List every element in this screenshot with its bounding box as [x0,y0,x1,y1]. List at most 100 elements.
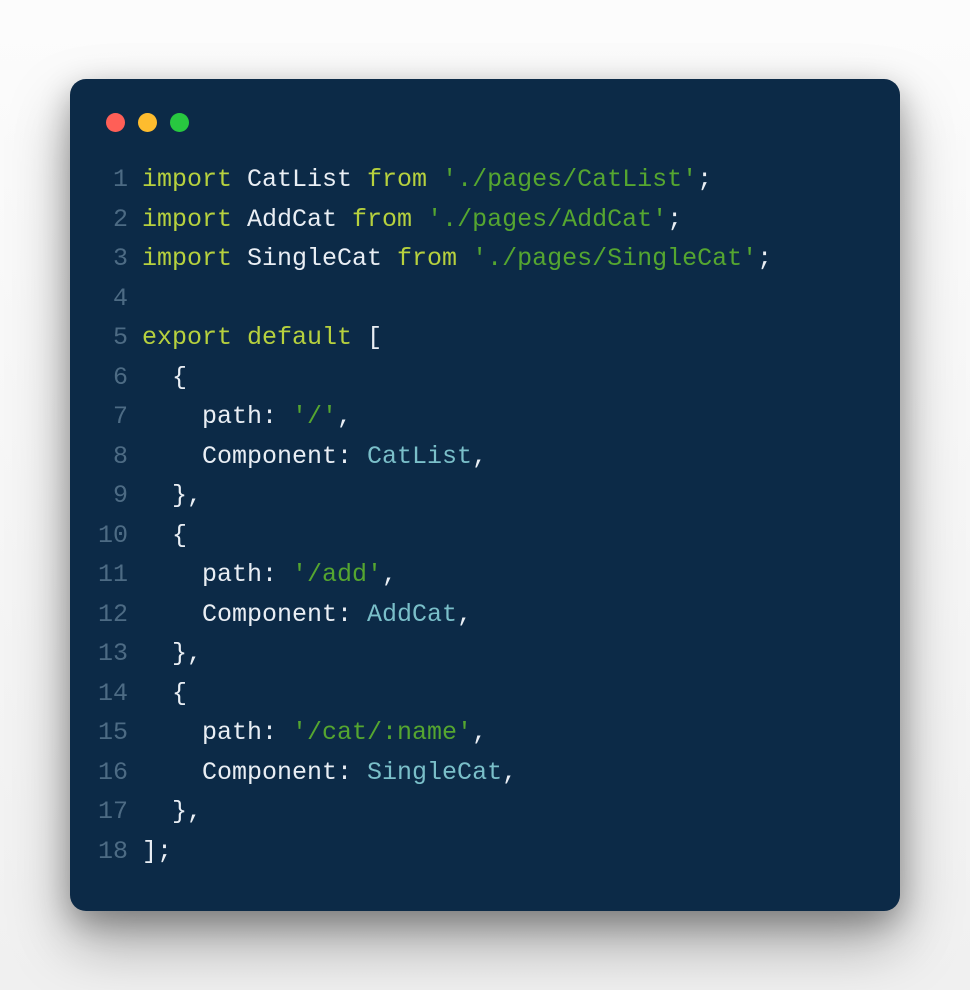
code-line: 3import SingleCat from './pages/SingleCa… [88,239,866,279]
editor-window: 1import CatList from './pages/CatList';2… [70,79,900,911]
code-line: 12 Component: AddCat, [88,595,866,635]
code-line: 8 Component: CatList, [88,437,866,477]
token-id: , [472,718,487,747]
token-id: }, [142,639,202,668]
code-source: Component: CatList, [142,437,866,477]
code-source: path: '/cat/:name', [142,713,866,753]
code-line: 11 path: '/add', [88,555,866,595]
token-id: }, [142,481,202,510]
token-id: , [382,560,397,589]
line-number: 14 [88,674,142,714]
code-line: 10 { [88,516,866,556]
token-id: ; [667,205,682,234]
token-id: { [142,679,187,708]
line-number: 9 [88,476,142,516]
token-kw: from [397,244,457,273]
token-id [412,205,427,234]
token-id: ; [697,165,712,194]
code-line: 16 Component: SingleCat, [88,753,866,793]
code-line: 4 [88,279,866,319]
token-id: , [337,402,352,431]
code-source: import SingleCat from './pages/SingleCat… [142,239,866,279]
token-cls: AddCat [367,600,457,629]
line-number: 11 [88,555,142,595]
token-id: ]; [142,837,172,866]
zoom-icon[interactable] [170,113,189,132]
line-number: 6 [88,358,142,398]
token-id: }, [142,797,202,826]
token-id: , [502,758,517,787]
code-line: 2import AddCat from './pages/AddCat'; [88,200,866,240]
close-icon[interactable] [106,113,125,132]
code-line: 6 { [88,358,866,398]
token-kw: export [142,323,232,352]
minimize-icon[interactable] [138,113,157,132]
token-str: './pages/CatList' [442,165,697,194]
token-kw: from [367,165,427,194]
token-id: path: [142,718,292,747]
code-line: 15 path: '/cat/:name', [88,713,866,753]
token-id: SingleCat [232,244,397,273]
token-id: Component: [142,758,367,787]
token-id: , [472,442,487,471]
code-source [142,279,866,319]
token-id: { [142,363,187,392]
code-line: 9 }, [88,476,866,516]
code-source: ]; [142,832,866,872]
code-line: 13 }, [88,634,866,674]
token-id: Component: [142,442,367,471]
token-kw: import [142,205,232,234]
code-source: Component: SingleCat, [142,753,866,793]
token-id: [ [352,323,382,352]
token-str: './pages/AddCat' [427,205,667,234]
code-source: }, [142,792,866,832]
code-source: Component: AddCat, [142,595,866,635]
token-id: CatList [232,165,367,194]
token-str: '/' [292,402,337,431]
code-block: 1import CatList from './pages/CatList';2… [88,160,866,871]
line-number: 17 [88,792,142,832]
code-line: 5export default [ [88,318,866,358]
code-source: import AddCat from './pages/AddCat'; [142,200,866,240]
window-titlebar [88,107,866,160]
code-source: }, [142,634,866,674]
line-number: 7 [88,397,142,437]
line-number: 10 [88,516,142,556]
line-number: 4 [88,279,142,319]
line-number: 5 [88,318,142,358]
token-kw: from [352,205,412,234]
token-id: path: [142,402,292,431]
token-str: '/add' [292,560,382,589]
code-source: }, [142,476,866,516]
code-line: 17 }, [88,792,866,832]
code-source: { [142,358,866,398]
token-id: , [457,600,472,629]
token-str: '/cat/:name' [292,718,472,747]
code-line: 7 path: '/', [88,397,866,437]
code-line: 18]; [88,832,866,872]
token-cls: SingleCat [367,758,502,787]
line-number: 2 [88,200,142,240]
token-id: AddCat [232,205,352,234]
code-source: path: '/', [142,397,866,437]
code-source: import CatList from './pages/CatList'; [142,160,866,200]
line-number: 18 [88,832,142,872]
line-number: 3 [88,239,142,279]
token-kw: import [142,244,232,273]
token-cls: CatList [367,442,472,471]
token-id: Component: [142,600,367,629]
token-id: { [142,521,187,550]
code-source: path: '/add', [142,555,866,595]
line-number: 15 [88,713,142,753]
token-id: ; [757,244,772,273]
token-id [427,165,442,194]
token-kw: import [142,165,232,194]
code-source: { [142,516,866,556]
token-id: path: [142,560,292,589]
code-source: export default [ [142,318,866,358]
token-str: './pages/SingleCat' [472,244,757,273]
token-id [457,244,472,273]
token-id [232,323,247,352]
line-number: 12 [88,595,142,635]
line-number: 13 [88,634,142,674]
